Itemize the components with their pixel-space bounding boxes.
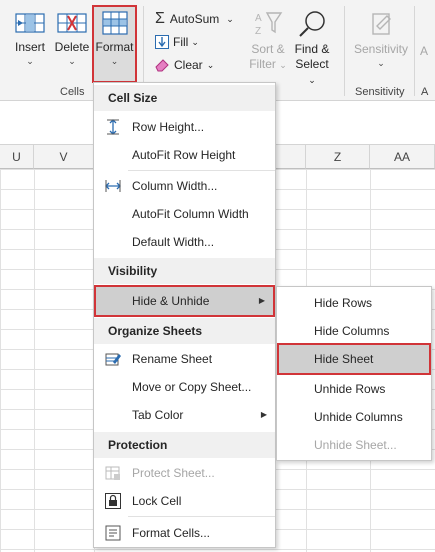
find-select-button[interactable]: Find & Select ⌄ [290,10,334,88]
tab-color-item[interactable]: Tab Color ▶ [94,401,275,429]
ribbon-separator [344,6,345,96]
delete-button[interactable]: Delete ⌄ [52,10,92,67]
cell-size-heading: Cell Size [94,85,275,111]
unhide-sheet-item[interactable]: Unhide Sheet... [277,431,431,459]
sigma-icon: Σ [155,10,165,27]
edge-group-label: A [421,86,429,98]
fill-down-icon [155,35,169,49]
submenu-arrow-icon: ▶ [258,296,265,305]
rename-sheet-item[interactable]: Rename Sheet [94,345,275,373]
lock-cell-item[interactable]: Lock Cell [94,487,275,515]
sensitivity-label-icon [372,13,391,35]
protect-sheet-icon [105,466,120,480]
chevron-down-icon: ⌄ [110,56,119,66]
sensitivity-button[interactable]: Sensitivity ⌄ [350,10,412,69]
unhide-columns-item[interactable]: Unhide Columns [277,403,431,431]
column-header-aa[interactable]: AA [370,145,435,169]
hide-sheet-item[interactable]: Hide Sheet [277,343,431,375]
hide-rows-item[interactable]: Hide Rows [277,289,431,317]
svg-text:A: A [255,13,262,24]
column-header-z[interactable]: Z [306,145,370,169]
cells-group-label: Cells [60,86,85,98]
menu-separator [128,170,275,171]
chevron-down-icon: ⌄ [206,60,215,70]
eraser-icon [155,59,169,72]
unhide-rows-item[interactable]: Unhide Rows [277,375,431,403]
organize-sheets-heading: Organize Sheets [94,318,275,344]
column-header-v[interactable]: V [34,145,94,169]
grid-line [34,169,35,552]
chevron-down-icon: ⌄ [191,37,199,47]
column-header-y[interactable] [276,145,306,169]
sort-filter-icon: A Z [255,12,283,37]
format-cells-icon [101,11,128,35]
row-height-icon [107,119,119,135]
magnifier-icon [299,11,325,37]
autofit-column-width-item[interactable]: AutoFit Column Width [94,200,275,228]
move-copy-sheet-item[interactable]: Move or Copy Sheet... [94,373,275,401]
hide-unhide-item[interactable]: Hide & Unhide ▶ [94,285,275,317]
format-button[interactable]: Format ⌄ [93,10,136,67]
autosum-button[interactable]: Σ AutoSum ⌄ [155,11,234,27]
sensitivity-group-label: Sensitivity [355,86,405,98]
rename-sheet-icon [105,353,121,366]
submenu-arrow-icon: ▶ [260,410,267,419]
chevron-down-icon: ⌄ [26,56,34,66]
column-width-icon [105,180,121,192]
protect-sheet-item[interactable]: Protect Sheet... [94,459,275,487]
autofit-row-height-item[interactable]: AutoFit Row Height [94,141,275,169]
svg-text:Z: Z [255,26,261,37]
protection-heading: Protection [94,432,275,458]
sort-filter-button[interactable]: A Z Sort & Filter ⌄ [246,10,290,73]
clear-button[interactable]: Clear ⌄ [155,57,214,73]
visibility-heading: Visibility [94,258,275,284]
column-width-item[interactable]: Column Width... [94,172,275,200]
chevron-down-icon: ⌄ [279,60,287,70]
hide-columns-item[interactable]: Hide Columns [277,317,431,345]
menu-separator [128,516,275,517]
hide-unhide-submenu: Hide Rows Hide Columns Hide Sheet Unhide… [276,286,432,461]
chevron-down-icon: ⌄ [68,56,76,66]
delete-cells-icon [57,13,87,33]
edge-ribbon-button[interactable]: A [420,44,428,59]
format-cells-item[interactable]: Format Cells... [94,519,275,547]
format-cells-dialog-icon [105,525,121,541]
fill-button[interactable]: Fill ⌄ [155,34,199,50]
row-height-item[interactable]: Row Height... [94,113,275,141]
default-width-item[interactable]: Default Width... [94,228,275,256]
column-header-u[interactable]: U [0,145,34,169]
chevron-down-icon: ⌄ [226,14,234,24]
insert-button[interactable]: Insert ⌄ [10,10,50,67]
insert-cells-icon [15,13,45,33]
format-menu: Cell Size Row Height... AutoFit Row Heig… [93,82,276,548]
ribbon-separator [414,6,415,96]
chevron-down-icon: ⌄ [377,58,385,68]
lock-icon [105,493,121,509]
chevron-down-icon: ⌄ [308,75,316,85]
